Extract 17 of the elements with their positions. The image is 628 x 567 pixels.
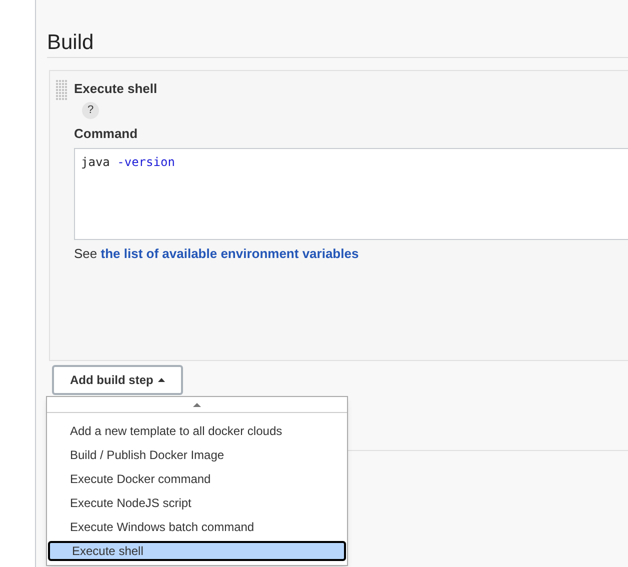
drag-handle-icon[interactable] <box>56 80 68 100</box>
menu-item[interactable]: Build / Publish Docker Image <box>48 445 346 465</box>
hint-text: See the list of available environment variables <box>74 245 359 263</box>
menu-item[interactable]: Execute Docker command <box>48 469 346 489</box>
up-arrow-icon <box>193 402 201 406</box>
command-label: Command <box>74 124 138 142</box>
help-button[interactable]: ? <box>82 102 99 118</box>
environment-variables-link[interactable]: the list of available environment variables <box>100 246 359 261</box>
section-title: Build <box>47 30 94 56</box>
caret-icon <box>158 378 166 382</box>
command-field[interactable]: java -version <box>74 148 628 240</box>
menu-item[interactable]: Add a new template to all docker clouds <box>48 421 346 441</box>
menu-item[interactable]: Execute Windows batch command <box>48 517 346 537</box>
step-title: Execute shell <box>74 80 158 98</box>
add-build-step-button[interactable]: Add build step <box>52 365 184 395</box>
menu-item[interactable]: Execute NodeJS script <box>48 493 346 513</box>
menu-item[interactable]: Execute shell <box>48 541 346 561</box>
